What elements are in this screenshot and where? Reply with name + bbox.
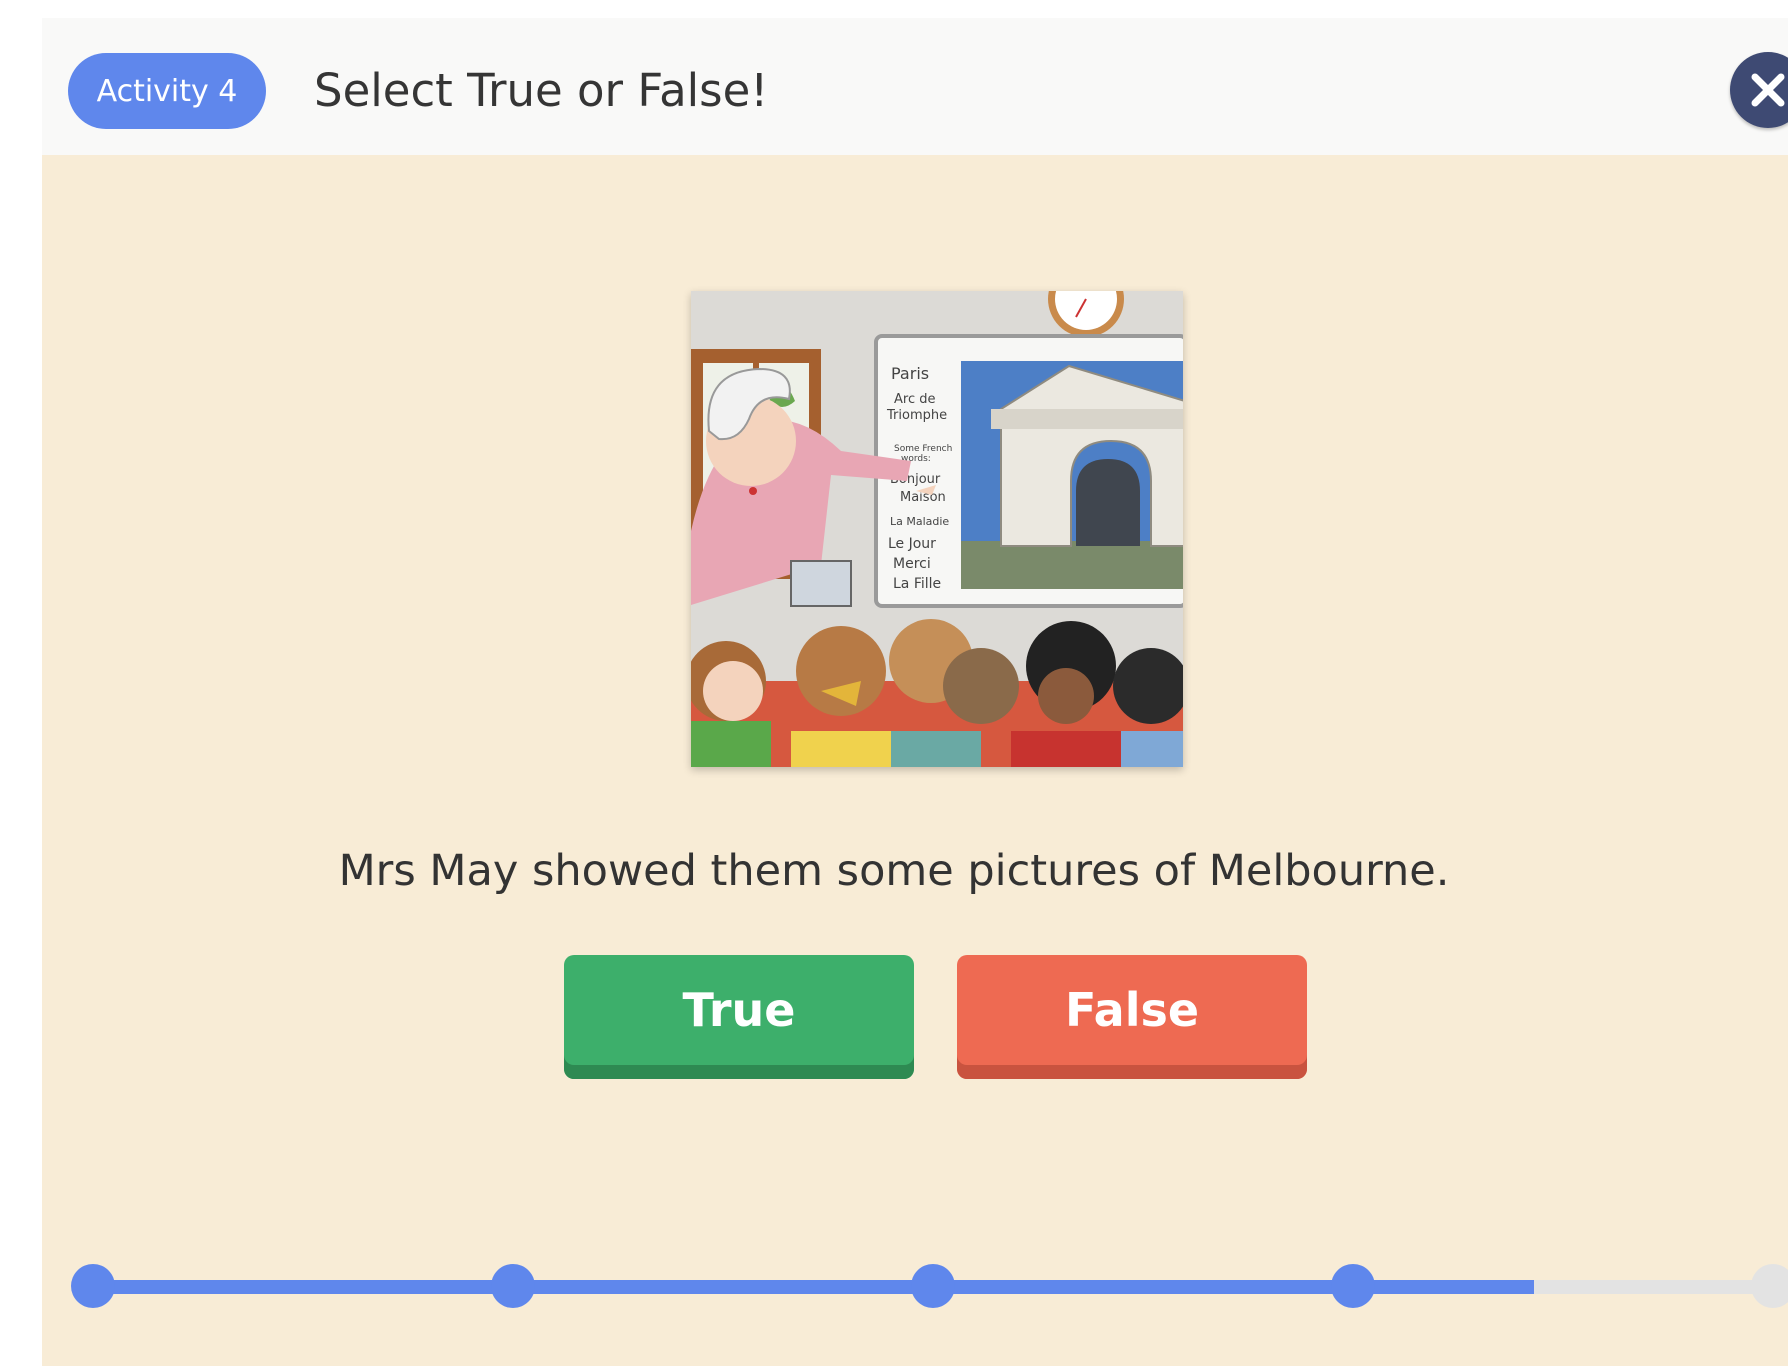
question-statement: Mrs May showed them some pictures of Mel… [338,846,1450,896]
board-word: Some French [894,444,952,454]
activity-badge: Activity 4 [68,53,266,129]
board-word: Triomphe [886,408,947,423]
progress-step-dot [911,1264,955,1308]
close-button[interactable] [1730,52,1788,128]
false-button[interactable]: False [957,955,1307,1079]
header-bar: Activity 4 Select True or False! [42,18,1788,155]
board-word: Merci [893,556,931,572]
story-illustration: Paris Arc de Triomphe Some French words:… [691,291,1183,767]
board-word: La Fille [893,576,941,592]
progress-step-dot [71,1264,115,1308]
progress-step-dot [491,1264,535,1308]
board-word: Paris [891,364,929,383]
progress-step-dot [1331,1264,1375,1308]
board-word: Le Jour [888,536,936,552]
progress-fill [93,1280,1534,1294]
progress-bar [71,1264,1788,1308]
page-title: Select True or False! [314,64,769,117]
board-word: La Maladie [890,515,949,528]
progress-step-dot [1751,1264,1788,1308]
close-icon [1751,73,1785,107]
activity-screen: Activity 4 Select True or False! Paris A… [42,18,1788,1366]
board-word: Arc de [894,392,935,407]
true-button[interactable]: True [564,955,914,1079]
